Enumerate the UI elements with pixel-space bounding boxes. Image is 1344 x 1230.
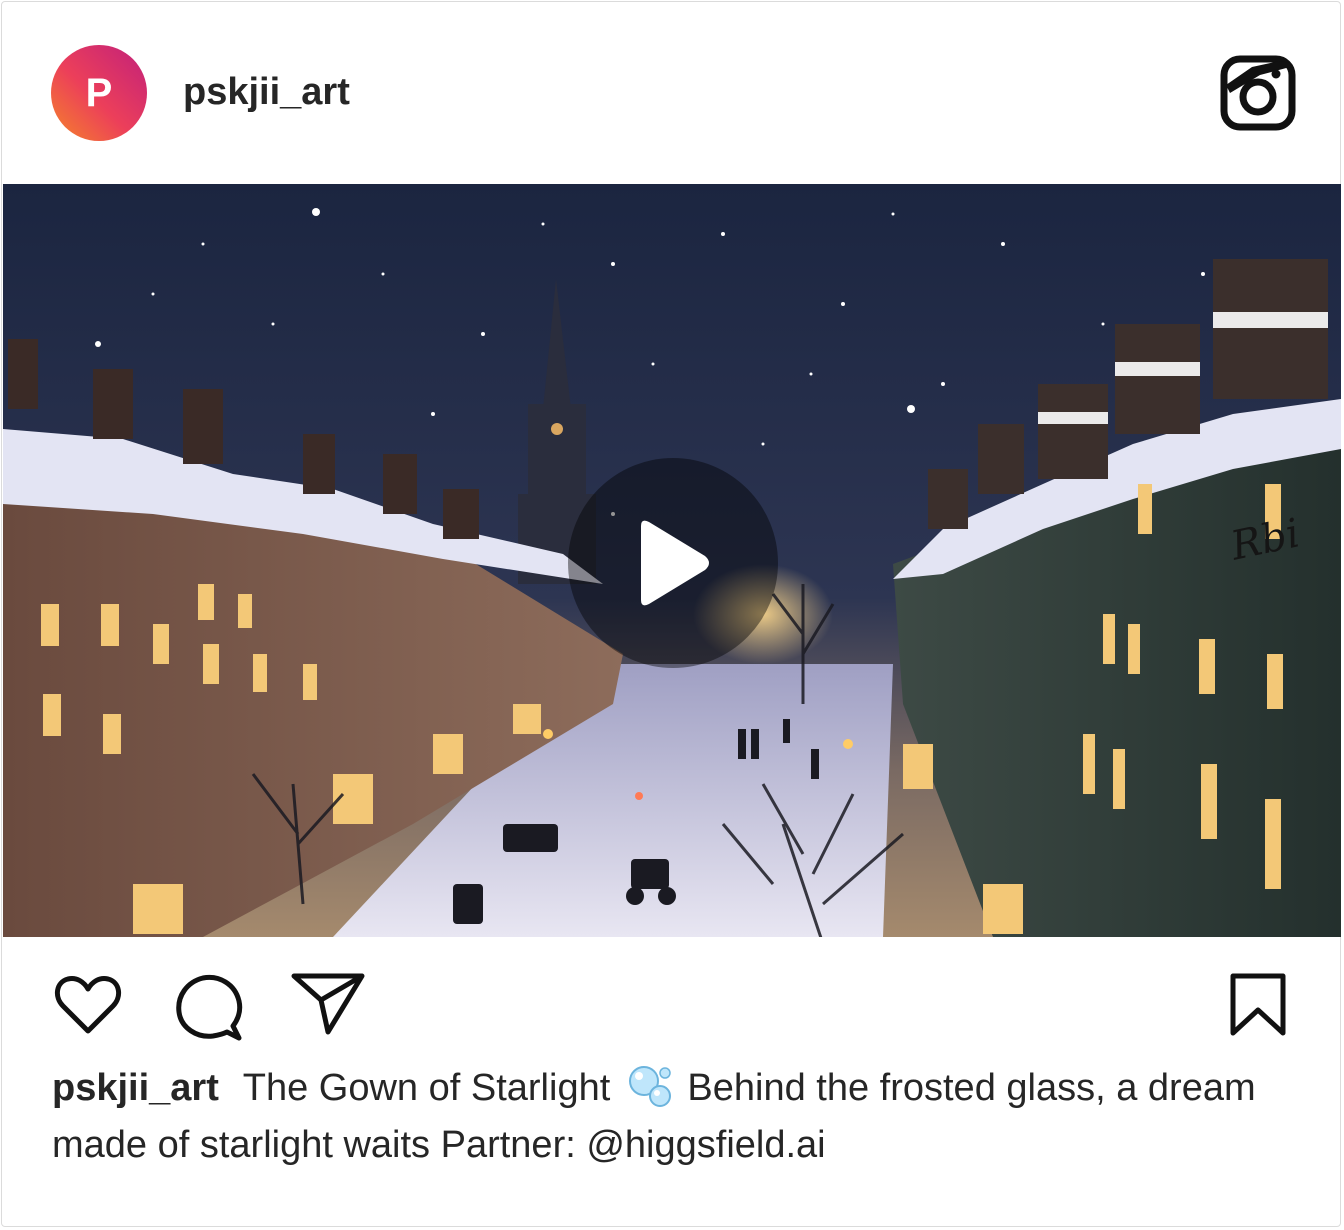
avatar[interactable]: P <box>51 45 147 141</box>
bookmark-icon[interactable] <box>1228 972 1288 1038</box>
send-icon[interactable] <box>290 972 366 1036</box>
caption-text-part-1: The Gown of Starlight <box>242 1067 611 1109</box>
instagram-icon[interactable] <box>1220 55 1296 131</box>
play-button[interactable] <box>568 458 778 668</box>
caption-username[interactable]: pskjii_art <box>52 1067 219 1109</box>
bubbles-emoji <box>628 1066 671 1107</box>
instagram-post-card: P pskjii_art Rbi pskjii_art The Gown of … <box>1 1 1341 1227</box>
comment-icon[interactable] <box>173 972 245 1042</box>
post-username[interactable]: pskjii_art <box>183 70 350 114</box>
post-header: P pskjii_art <box>2 2 1340 184</box>
post-actions-bar <box>2 938 1340 1058</box>
avatar-letter: P <box>85 70 113 115</box>
play-icon <box>641 520 709 606</box>
post-caption: pskjii_art The Gown of Starlight Behind … <box>52 1060 1282 1174</box>
heart-icon[interactable] <box>54 974 122 1036</box>
post-video[interactable]: Rbi <box>3 184 1341 937</box>
